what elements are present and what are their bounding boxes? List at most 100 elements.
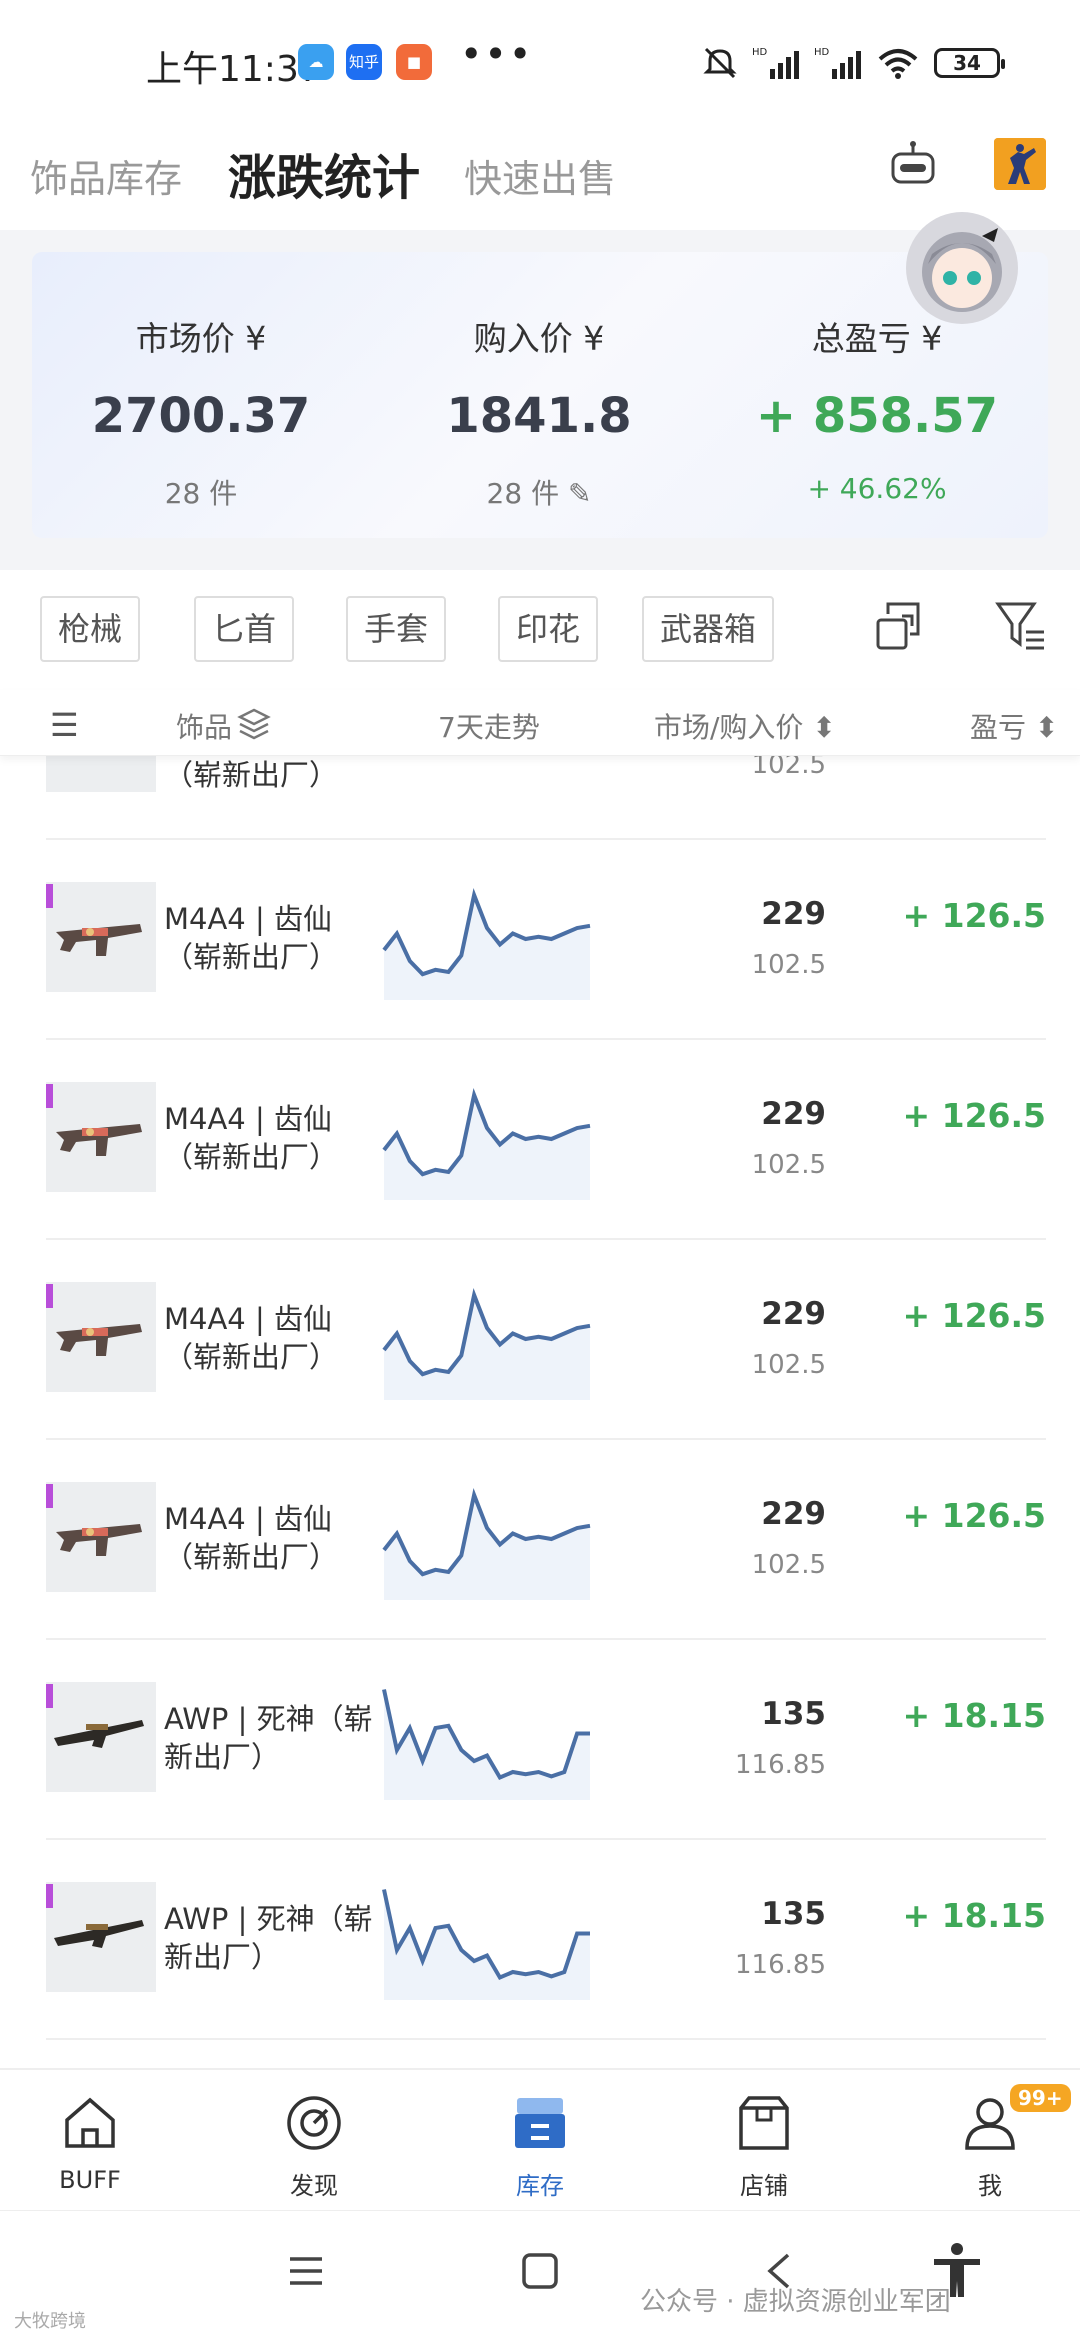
nav-discover[interactable]: 发现 bbox=[234, 2092, 394, 2201]
home-button-icon[interactable] bbox=[518, 2249, 562, 2293]
item-thumbnail bbox=[46, 1882, 156, 1992]
item-profit: + 18.15 bbox=[902, 1896, 1046, 1935]
tab-inventory[interactable]: 饰品库存 bbox=[30, 148, 182, 203]
nav-shop[interactable]: 店铺 bbox=[684, 2092, 844, 2201]
export-icon[interactable] bbox=[872, 598, 928, 654]
nav-label: BUFF bbox=[59, 2166, 121, 2194]
item-profit: + 18.15 bbox=[902, 1696, 1046, 1735]
svg-text:HD: HD bbox=[814, 47, 830, 58]
column-header: ☰ 饰品 7天走势 市场/购入价 ⬍ 盈亏 ⬍ bbox=[0, 690, 1080, 756]
profit-percent: + 46.62% bbox=[807, 472, 947, 505]
rarity-marker bbox=[46, 1684, 53, 1708]
item-name: M4A4 | 齿仙 （崭新出厂） bbox=[164, 900, 394, 976]
item-buy-price: 102.5 bbox=[751, 950, 826, 980]
market-value: 2700.37 bbox=[91, 388, 311, 444]
profit-label: 总盈亏 ¥ bbox=[811, 319, 943, 358]
list-item[interactable]: M4A4 | 齿仙 （崭新出厂） 229 102.5 + 126.5 bbox=[46, 1040, 1046, 1240]
item-profit: + 126.5 bbox=[902, 1496, 1046, 1535]
trend-area bbox=[384, 1295, 590, 1400]
zhihu-app-icon: 知乎 bbox=[346, 44, 382, 80]
item-name-line1: M4A4 | 齿仙 bbox=[164, 902, 332, 936]
item-name: （崭新出厂） bbox=[164, 758, 339, 792]
status-time: 上午11:37 bbox=[146, 49, 322, 90]
trend-area bbox=[384, 895, 590, 1000]
filter-stickers[interactable]: 印花 bbox=[498, 596, 599, 662]
purchase-summary[interactable]: 购入价 ¥ 1841.8 28 件 ✎ bbox=[370, 312, 708, 512]
list-item[interactable]: AWP | 死神（崭 新出厂） 135 116.85 + 18.15 bbox=[46, 1840, 1046, 2040]
purchase-label: 购入价 ¥ bbox=[473, 319, 605, 358]
list-item[interactable]: AWP | 死神（崭 新出厂） 135 116.85 + 18.15 bbox=[46, 1640, 1046, 1840]
status-right: HD HD 34 bbox=[702, 40, 1005, 86]
trend-sparkline bbox=[382, 1488, 591, 1600]
item-market-price: 229 bbox=[761, 896, 826, 932]
menu-icon[interactable]: ☰ bbox=[50, 706, 79, 744]
trend-area bbox=[384, 1495, 590, 1600]
trend-sparkline bbox=[382, 1689, 590, 1800]
item-name-line2: 新出厂） bbox=[164, 1940, 281, 1974]
watermark-small-text: 大牧跨境 bbox=[14, 2311, 86, 2332]
item-name-line1: AWP | 死神（崭 bbox=[164, 1702, 373, 1736]
nav-label: 发现 bbox=[290, 2172, 338, 2200]
list-item[interactable]: M4A4 | 齿仙 （崭新出厂） 229 102.5 + 126.5 bbox=[46, 1240, 1046, 1440]
inventory-icon bbox=[515, 2098, 565, 2148]
shop-icon bbox=[739, 2096, 789, 2150]
status-bar: 上午11:37 ☁ 知乎 ■ ••• HD HD 34 bbox=[0, 0, 1080, 120]
nav-label: 我 bbox=[978, 2172, 1002, 2200]
item-profit: + 126.5 bbox=[902, 1096, 1046, 1135]
svg-text:HD: HD bbox=[752, 47, 768, 58]
market-summary: 市场价 ¥ 2700.37 28 件 bbox=[32, 312, 370, 512]
signal-icon-2: HD bbox=[814, 47, 861, 79]
robot-icon[interactable] bbox=[888, 140, 938, 190]
filter-cases[interactable]: 武器箱 bbox=[642, 596, 775, 662]
item-name: M4A4 | 齿仙 （崭新出厂） bbox=[164, 1300, 394, 1376]
tab-price-stats[interactable]: 涨跌统计 bbox=[228, 138, 420, 208]
trend-sparkline bbox=[382, 888, 591, 1000]
item-name-line2: （崭新出厂） bbox=[164, 1340, 339, 1374]
home-icon bbox=[65, 2097, 115, 2148]
recent-apps-icon[interactable] bbox=[284, 2249, 328, 2293]
column-price-sort[interactable]: 市场/购入价 ⬍ bbox=[654, 706, 836, 746]
item-name-line1: M4A4 | 齿仙 bbox=[164, 1302, 332, 1336]
summary-card: 市场价 ¥ 2700.37 28 件 购入价 ¥ 1841.8 28 件 ✎ 总… bbox=[32, 252, 1048, 538]
market-label: 市场价 ¥ bbox=[135, 319, 267, 358]
nav-me[interactable]: 我 99+ bbox=[910, 2084, 1071, 2201]
purchase-value: 1841.8 bbox=[446, 388, 632, 444]
column-profit-sort[interactable]: 盈亏 ⬍ bbox=[970, 706, 1058, 746]
market-count: 28 件 bbox=[164, 477, 238, 510]
partial-list-item[interactable]: （崭新出厂） 102.5 bbox=[46, 756, 1046, 840]
nav-buff[interactable]: BUFF bbox=[10, 2092, 170, 2194]
rarity-marker bbox=[46, 1084, 53, 1108]
item-profit: + 126.5 bbox=[902, 896, 1046, 935]
item-name: M4A4 | 齿仙 （崭新出厂） bbox=[164, 1100, 394, 1176]
item-name: M4A4 | 齿仙 （崭新出厂） bbox=[164, 1500, 394, 1576]
rarity-marker bbox=[46, 1484, 53, 1508]
game-logo[interactable] bbox=[994, 138, 1046, 190]
mascot-avatar[interactable] bbox=[906, 212, 1018, 324]
tab-quick-sell[interactable]: 快速出售 bbox=[464, 148, 616, 203]
filter-funnel-icon[interactable] bbox=[994, 598, 1050, 654]
item-name-line2: 新出厂） bbox=[164, 1740, 281, 1774]
nav-inventory[interactable]: 库存 bbox=[460, 2092, 620, 2201]
list-item[interactable]: M4A4 | 齿仙 （崭新出厂） 229 102.5 + 126.5 bbox=[46, 1440, 1046, 1640]
purchase-count[interactable]: 28 件 ✎ bbox=[370, 472, 708, 512]
filter-knives[interactable]: 匕首 bbox=[194, 596, 295, 662]
filter-bar: 枪械 匕首 手套 印花 武器箱 bbox=[0, 570, 1080, 690]
filter-guns[interactable]: 枪械 bbox=[40, 596, 141, 662]
list-item[interactable]: M4A4 | 齿仙 （崭新出厂） 229 102.5 + 126.5 bbox=[46, 840, 1046, 1040]
rarity-marker bbox=[46, 1284, 53, 1308]
nav-label: 店铺 bbox=[740, 2172, 788, 2200]
item-thumbnail bbox=[46, 756, 156, 792]
filter-gloves[interactable]: 手套 bbox=[346, 596, 447, 662]
cloud-app-icon: ☁ bbox=[298, 44, 334, 80]
column-trend: 7天走势 bbox=[438, 711, 540, 744]
item-thumbnail bbox=[46, 1082, 156, 1192]
layers-icon[interactable] bbox=[236, 706, 272, 742]
item-name-line2: （崭新出厂） bbox=[164, 1140, 339, 1174]
item-thumbnail bbox=[46, 1482, 156, 1592]
item-name: AWP | 死神（崭 新出厂） bbox=[164, 1700, 394, 1776]
item-name-line1: M4A4 | 齿仙 bbox=[164, 1502, 332, 1536]
rarity-marker bbox=[46, 884, 53, 908]
item-list: （崭新出厂） 102.5 M4A4 | 齿仙 （崭新出厂） 229 102.5 + 12… bbox=[0, 756, 1080, 2068]
battery-icon: 34 bbox=[934, 48, 1005, 78]
item-buy-price: 116.85 bbox=[735, 1950, 826, 1980]
